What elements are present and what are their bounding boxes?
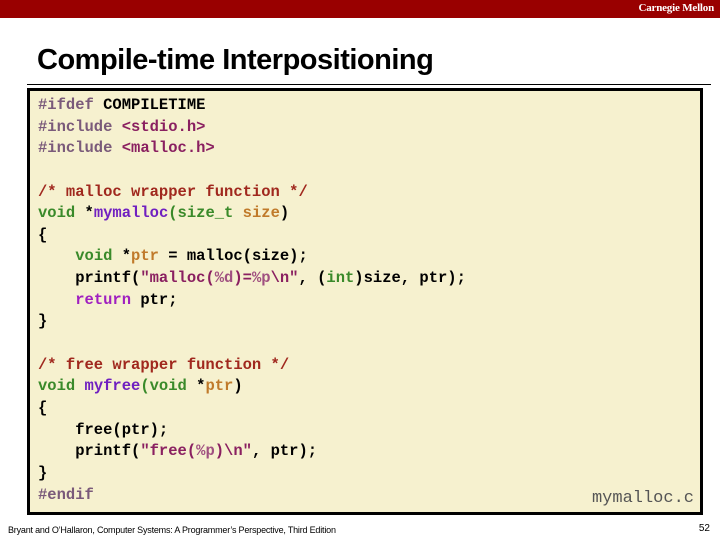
code-line: printf("free(%p)\n", ptr); [38, 441, 466, 463]
slide-title: Compile-time Interpositioning [37, 44, 434, 76]
code-line: /* malloc wrapper function */ [38, 182, 466, 204]
code-token: , ptr); [251, 442, 318, 461]
brand-label: Carnegie Mellon [638, 2, 714, 14]
code-token: <stdio.h> [121, 117, 206, 136]
code-line: /* free wrapper function */ [38, 355, 466, 377]
code-token: /* malloc wrapper function */ [38, 182, 308, 201]
code-line: #ifdef COMPILETIME [38, 95, 466, 117]
title-divider [27, 84, 711, 85]
code-token: "free( [140, 442, 197, 461]
code-listing: #ifdef COMPILETIME #include <stdio.h> #inc… [38, 95, 466, 506]
code-line: printf("malloc(%d)=%p\n", (int)size, ptr… [38, 268, 466, 290]
code-token: void [75, 247, 122, 266]
code-token: COMPILETIME [103, 96, 206, 114]
code-token: void [38, 377, 85, 396]
code-token: #ifdef [38, 96, 104, 114]
code-token: } [38, 463, 48, 482]
code-line: { [38, 225, 466, 247]
code-line: free(ptr); [38, 420, 466, 442]
code-token: myfree [84, 377, 141, 396]
code-token: ptr [205, 377, 234, 396]
code-token: { [38, 398, 48, 417]
filename-label: mymalloc.c [591, 489, 694, 508]
code-line: void myfree(void *ptr) [38, 376, 466, 398]
code-token: size [242, 204, 280, 223]
code-line: return ptr; [38, 290, 466, 312]
code-token: %p [196, 442, 215, 461]
code-token: (size_t [168, 204, 243, 223]
code-token: mymalloc [93, 204, 169, 223]
page-number: 52 [698, 523, 710, 534]
code-token: , ( [298, 269, 327, 288]
code-token: ) [233, 377, 243, 396]
code-token: %d [214, 269, 234, 288]
code-token: = malloc(size); [158, 247, 308, 266]
code-token: { [38, 225, 48, 244]
code-line: void *ptr = malloc(size); [38, 246, 466, 268]
code-token: %p [251, 269, 271, 288]
code-token: \n" [270, 269, 299, 288]
code-line: } [38, 463, 466, 485]
code-token: #endif [38, 485, 94, 504]
code-token: )= [233, 269, 252, 288]
code-token: )size, ptr); [354, 269, 466, 288]
code-line: void *mymalloc(size_t size) [38, 203, 466, 225]
code-token: ) [279, 204, 290, 223]
code-token: * [84, 204, 94, 223]
code-token: /* free wrapper function */ [38, 355, 290, 374]
code-token: printf( [38, 442, 141, 461]
code-line: } [38, 311, 466, 333]
code-token: ptr; [131, 290, 178, 309]
code-token: } [38, 312, 48, 331]
code-token: "malloc( [140, 269, 215, 288]
code-token: ptr [131, 247, 159, 266]
header-bar: Carnegie Mellon [0, 0, 720, 18]
code-line: #include <malloc.h> [38, 138, 466, 160]
code-listing-box: #ifdef COMPILETIME #include <stdio.h> #inc… [27, 88, 703, 515]
footer-citation: Bryant and O’Hallaron, Computer Systems:… [8, 525, 336, 535]
code-token: <malloc.h> [121, 139, 215, 158]
code-token: * [121, 247, 132, 266]
code-token: int [326, 269, 355, 288]
code-token: free(ptr); [38, 420, 169, 439]
code-token: #include [38, 117, 122, 136]
code-token: )\n" [214, 442, 252, 461]
code-line: #include <stdio.h> [38, 117, 466, 139]
code-token: return [75, 290, 132, 309]
code-token: (void [140, 377, 197, 396]
code-line: { [38, 398, 466, 420]
code-token: #include [38, 139, 122, 158]
code-token: printf( [38, 269, 141, 288]
code-token: void [38, 204, 85, 223]
code-line: #endif [38, 485, 466, 507]
